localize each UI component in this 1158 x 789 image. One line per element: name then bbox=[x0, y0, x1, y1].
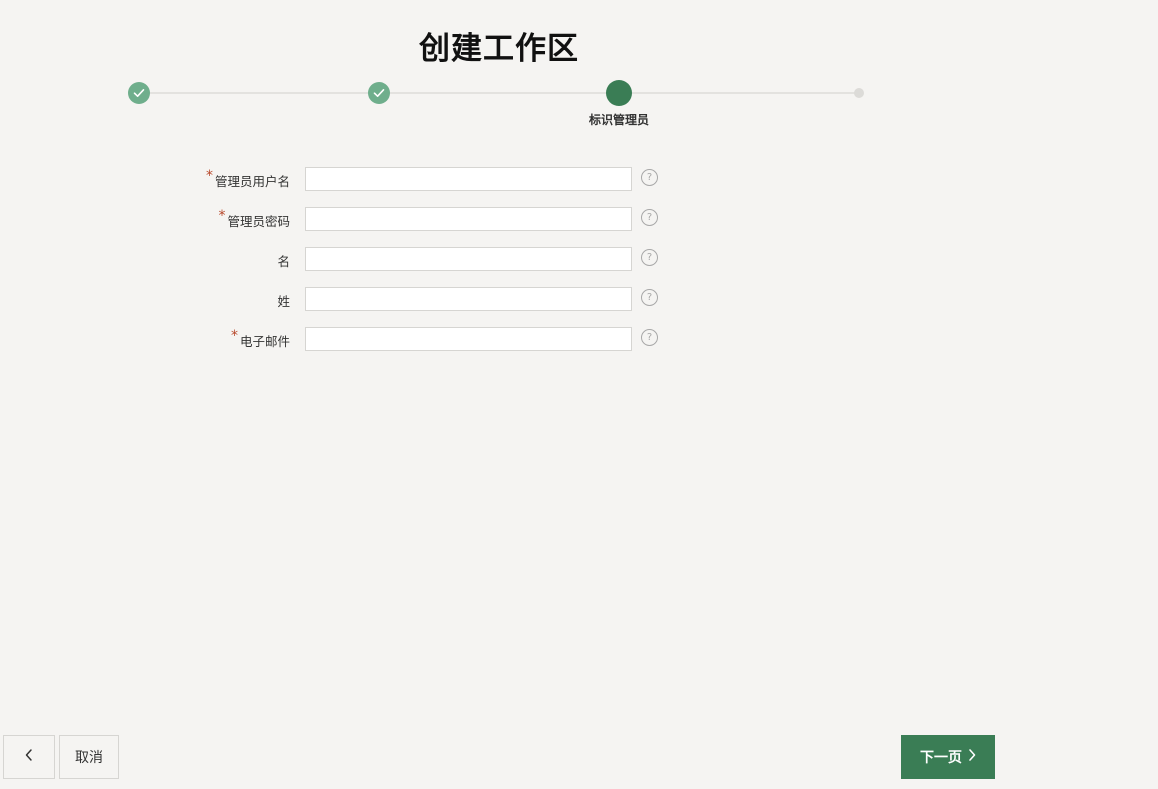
future-step-dot bbox=[854, 88, 864, 98]
last-name-label: 姓 bbox=[277, 294, 290, 309]
form-row-email: * 电子邮件 ? bbox=[0, 326, 700, 366]
help-icon[interactable]: ? bbox=[641, 329, 658, 346]
help-icon[interactable]: ? bbox=[641, 289, 658, 306]
wizard-progress: 标识管理员 bbox=[128, 80, 864, 130]
last-name-input[interactable] bbox=[305, 287, 632, 311]
admin-form: * 管理员用户名 ? * 管理员密码 ? 名 ? 姓 ? * 电子邮件 ? bbox=[0, 166, 700, 366]
form-row-first-name: 名 ? bbox=[0, 246, 700, 286]
form-row-admin-username: * 管理员用户名 ? bbox=[0, 166, 700, 206]
form-row-last-name: 姓 ? bbox=[0, 286, 700, 326]
wizard-step-label: 标识管理员 bbox=[588, 113, 649, 127]
admin-password-label: * 管理员密码 bbox=[218, 208, 290, 229]
next-button-label: 下一页 bbox=[920, 750, 962, 766]
form-row-admin-password: * 管理员密码 ? bbox=[0, 206, 700, 246]
help-icon[interactable]: ? bbox=[641, 209, 658, 226]
required-marker: * bbox=[230, 328, 238, 344]
admin-password-input[interactable] bbox=[305, 207, 632, 231]
admin-username-input[interactable] bbox=[305, 167, 632, 191]
first-name-input[interactable] bbox=[305, 247, 632, 271]
first-name-label: 名 bbox=[277, 254, 290, 269]
back-button[interactable] bbox=[3, 735, 55, 779]
admin-username-label: * 管理员用户名 bbox=[205, 168, 290, 189]
email-label: * 电子邮件 bbox=[230, 328, 290, 349]
cancel-button[interactable]: 取消 bbox=[59, 735, 119, 779]
required-marker: * bbox=[205, 168, 213, 184]
help-icon[interactable]: ? bbox=[641, 169, 658, 186]
check-icon bbox=[368, 82, 390, 104]
email-input[interactable] bbox=[305, 327, 632, 351]
chevron-left-icon bbox=[24, 748, 34, 766]
wizard-track bbox=[139, 92, 859, 94]
help-icon[interactable]: ? bbox=[641, 249, 658, 266]
next-button[interactable]: 下一页 bbox=[901, 735, 995, 779]
page-title: 创建工作区 bbox=[419, 30, 579, 67]
check-icon bbox=[128, 82, 150, 104]
current-step-dot bbox=[606, 80, 632, 106]
required-marker: * bbox=[218, 208, 226, 224]
chevron-right-icon bbox=[968, 748, 976, 766]
